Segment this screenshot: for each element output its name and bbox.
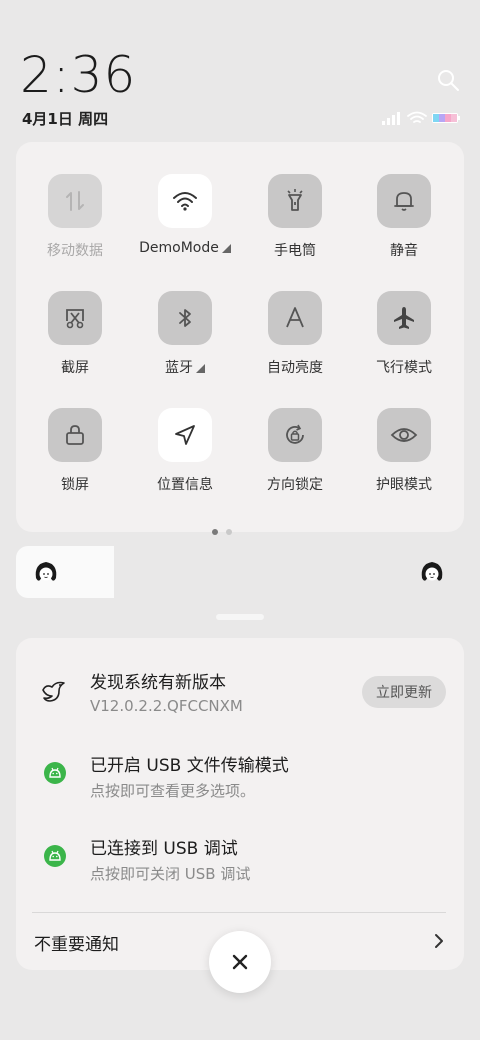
notification-subtitle: V12.0.2.2.QFCCNXM [90, 697, 243, 715]
close-icon [232, 954, 248, 970]
bluetooth-icon [179, 309, 191, 327]
lock-icon [66, 425, 84, 445]
wifi-icon [173, 192, 197, 211]
tile-label: 自动亮度 [267, 360, 323, 376]
tile-label: 移动数据 [47, 243, 103, 259]
airplane-icon [394, 307, 414, 329]
auto-brightness-icon [286, 307, 304, 328]
android-usb-icon [44, 845, 66, 867]
system-update-icon [42, 681, 65, 702]
drag-handle[interactable] [216, 614, 264, 620]
expand-menu-icon[interactable] [221, 244, 231, 253]
tile-label: 飞行模式 [376, 360, 432, 376]
avatar-icon [35, 562, 57, 581]
eye-icon [390, 428, 418, 442]
clear-all-button[interactable] [209, 931, 271, 993]
notification-panel: 发现系统有新版本 V12.0.2.2.QFCCNXM 立即更新 已开启 USB … [16, 638, 464, 970]
notification-title: 发现系统有新版本 [90, 673, 226, 693]
bell-icon [394, 192, 414, 211]
notification-title: 已连接到 USB 调试 [90, 839, 238, 859]
rotation-lock-button[interactable] [268, 408, 322, 462]
flashlight-button[interactable] [268, 174, 322, 228]
update-now-button[interactable]: 立即更新 [362, 676, 446, 708]
tile-bluetooth[interactable]: 蓝牙 [130, 291, 240, 377]
mobile-data-icon [66, 191, 84, 211]
clock-time: 2:36 [20, 46, 137, 104]
airplane-button[interactable] [377, 291, 431, 345]
tile-label: 静音 [390, 243, 418, 259]
date-label: 4月1日 周四 [22, 110, 109, 128]
location-icon [175, 425, 195, 445]
tile-flashlight[interactable]: 手电筒 [240, 174, 350, 260]
location-button[interactable] [158, 408, 212, 462]
search-icon[interactable] [436, 68, 460, 92]
rotation-lock-icon [286, 424, 304, 444]
quick-settings-panel: 移动数据 DemoMode 手电筒 静音 截屏 蓝牙 自动亮度 飞行模式 锁屏 … [16, 142, 464, 532]
tile-mobile-data[interactable]: 移动数据 [20, 174, 130, 260]
tile-auto-brightness[interactable]: 自动亮度 [240, 291, 350, 377]
tile-rotation-lock[interactable]: 方向锁定 [240, 408, 350, 494]
chevron-right-icon [435, 934, 443, 948]
tile-label: DemoMode [139, 240, 219, 256]
tile-label-row: DemoMode [130, 240, 240, 256]
divider [32, 912, 446, 913]
minor-notifications-label: 不重要通知 [34, 935, 119, 955]
tile-label: 位置信息 [157, 477, 213, 493]
auto-brightness-button[interactable] [268, 291, 322, 345]
avatar-icon [421, 562, 443, 581]
tile-silent[interactable]: 静音 [349, 174, 459, 260]
tile-airplane[interactable]: 飞行模式 [349, 291, 459, 377]
lock-screen-button[interactable] [48, 408, 102, 462]
brightness-slider-fill[interactable] [16, 546, 114, 598]
page-dot-active [212, 529, 218, 535]
battery-icon [432, 113, 460, 123]
tile-screenshot[interactable]: 截屏 [20, 291, 130, 377]
android-usb-icon [44, 762, 66, 784]
tile-label: 方向锁定 [267, 477, 323, 493]
flashlight-icon [287, 189, 303, 211]
status-bar-icons [382, 111, 460, 125]
tile-label: 手电筒 [274, 243, 316, 259]
notification-subtitle: 点按即可查看更多选项。 [90, 782, 256, 800]
eye-care-button[interactable] [377, 408, 431, 462]
screenshot-button[interactable] [48, 291, 102, 345]
tile-lock-screen[interactable]: 锁屏 [20, 408, 130, 494]
page-indicator [212, 520, 240, 539]
silent-button[interactable] [377, 174, 431, 228]
tile-label: 蓝牙 [165, 360, 193, 376]
tile-label-row: 蓝牙 [130, 357, 240, 377]
notification-subtitle: 点按即可关闭 USB 调试 [90, 865, 251, 883]
tile-wifi[interactable]: DemoMode [130, 174, 240, 256]
tile-location[interactable]: 位置信息 [130, 408, 240, 494]
mobile-data-button[interactable] [48, 174, 102, 228]
tile-label: 护眼模式 [376, 477, 432, 493]
wifi-button[interactable] [158, 174, 212, 228]
wifi-icon [407, 111, 427, 123]
tile-eye-care[interactable]: 护眼模式 [349, 408, 459, 494]
bluetooth-button[interactable] [158, 291, 212, 345]
page-dot [226, 529, 232, 535]
expand-menu-icon[interactable] [196, 364, 205, 373]
signal-icon [382, 112, 400, 125]
notification-title: 已开启 USB 文件传输模式 [90, 756, 289, 776]
tile-label: 锁屏 [61, 477, 89, 493]
tile-label: 截屏 [61, 360, 89, 376]
screenshot-icon [66, 309, 84, 329]
